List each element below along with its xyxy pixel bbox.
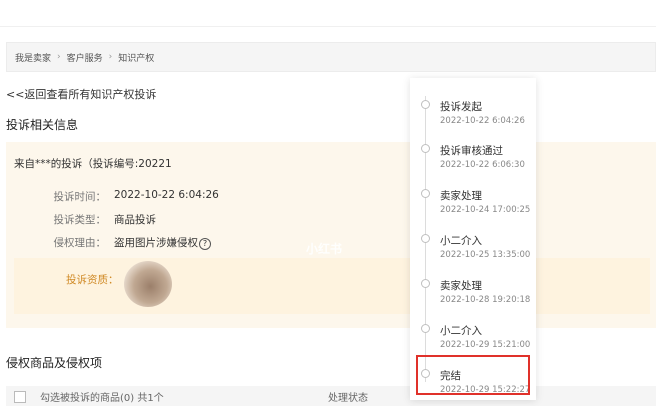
timeline-dot-icon	[421, 100, 430, 109]
timeline-item-time: 2022-10-25 13:35:00	[440, 250, 531, 260]
watermark: 小红书	[306, 242, 343, 256]
qualification-panel: 投诉资质：	[14, 258, 650, 314]
complaint-reason-text: 盗用图片涉嫌侵权	[114, 237, 198, 249]
timeline-item-title: 卖家处理	[440, 190, 482, 202]
complaint-type-label: 投诉类型：	[53, 214, 107, 226]
timeline-item-time: 2022-10-22 6:06:30	[440, 160, 525, 170]
complaint-time-value: 2022-10-22 6:04:26	[114, 189, 219, 201]
timeline-item-time: 2022-10-22 6:04:26	[440, 116, 525, 126]
complaint-reason-row: 侵权理由： 盗用图片涉嫌侵权?	[6, 235, 211, 250]
timeline-item-title: 小二介入	[440, 325, 482, 337]
timeline-item-title: 卖家处理	[440, 280, 482, 292]
timeline-item: 卖家处理 2022-10-24 17:00:25	[410, 175, 536, 215]
help-icon[interactable]: ?	[199, 238, 211, 250]
top-bar	[0, 0, 656, 27]
complaint-type-value: 商品投诉	[114, 214, 156, 226]
breadcrumb: 我是卖家 › 客户服务 › 知识产权	[6, 42, 656, 72]
breadcrumb-customer-service[interactable]: 客户服务	[67, 51, 103, 64]
qualification-image[interactable]	[124, 261, 172, 307]
complaint-time-row: 投诉时间： 2022-10-22 6:04:26	[6, 189, 219, 204]
timeline-item: 小二介入 2022-10-29 15:21:00	[410, 310, 536, 350]
timeline-item-title: 投诉发起	[440, 101, 482, 113]
timeline-item: 卖家处理 2022-10-28 19:20:18	[410, 265, 536, 305]
column-status: 处理状态	[328, 393, 368, 404]
complaint-reason-value: 盗用图片涉嫌侵权?	[114, 235, 211, 250]
timeline-dot-icon	[421, 144, 430, 153]
timeline-item-time: 2022-10-29 15:21:00	[440, 340, 531, 350]
chevron-right-icon: ›	[57, 52, 61, 62]
timeline-item-time: 2022-10-24 17:00:25	[440, 205, 531, 215]
column-select: 勾选被投诉的商品(0) 共1个	[40, 393, 164, 404]
chevron-right-icon: ›	[108, 52, 113, 62]
timeline-dot-icon	[421, 234, 430, 243]
timeline-item: 投诉审核通过 2022-10-22 6:06:30	[410, 130, 536, 170]
breadcrumb-ip[interactable]: 知识产权	[118, 51, 154, 64]
timeline-dot-icon	[421, 324, 430, 333]
goods-table-header: 勾选被投诉的商品(0) 共1个 处理状态	[6, 386, 656, 406]
timeline-dot-icon	[421, 279, 430, 288]
timeline-dot-icon	[421, 189, 430, 198]
complaint-time-label: 投诉时间：	[53, 191, 107, 203]
qualification-label: 投诉资质：	[66, 274, 119, 286]
final-step-highlight	[416, 355, 530, 395]
complaint-reason-label: 侵权理由：	[53, 237, 107, 249]
progress-timeline: 投诉发起 2022-10-22 6:04:26 投诉审核通过 2022-10-2…	[410, 78, 536, 400]
timeline-item: 小二介入 2022-10-25 13:35:00	[410, 220, 536, 260]
back-link[interactable]: <<返回查看所有知识产权投诉	[6, 86, 156, 102]
complaint-header: 来自***的投诉（投诉编号:20221	[14, 158, 172, 170]
complaint-type-row: 投诉类型： 商品投诉	[6, 212, 157, 227]
timeline-item-time: 2022-10-28 19:20:18	[440, 295, 531, 305]
timeline-item: 投诉发起 2022-10-22 6:04:26	[410, 86, 536, 126]
section-title-info: 投诉相关信息	[6, 118, 79, 132]
breadcrumb-seller[interactable]: 我是卖家	[15, 51, 51, 64]
timeline-item-title: 投诉审核通过	[440, 145, 503, 157]
complaint-panel: 来自***的投诉（投诉编号:20221 投诉时间： 2022-10-22 6:0…	[6, 142, 656, 328]
timeline-item-title: 小二介入	[440, 235, 482, 247]
select-all-checkbox[interactable]	[14, 391, 26, 403]
section-title-goods: 侵权商品及侵权项	[6, 356, 103, 370]
